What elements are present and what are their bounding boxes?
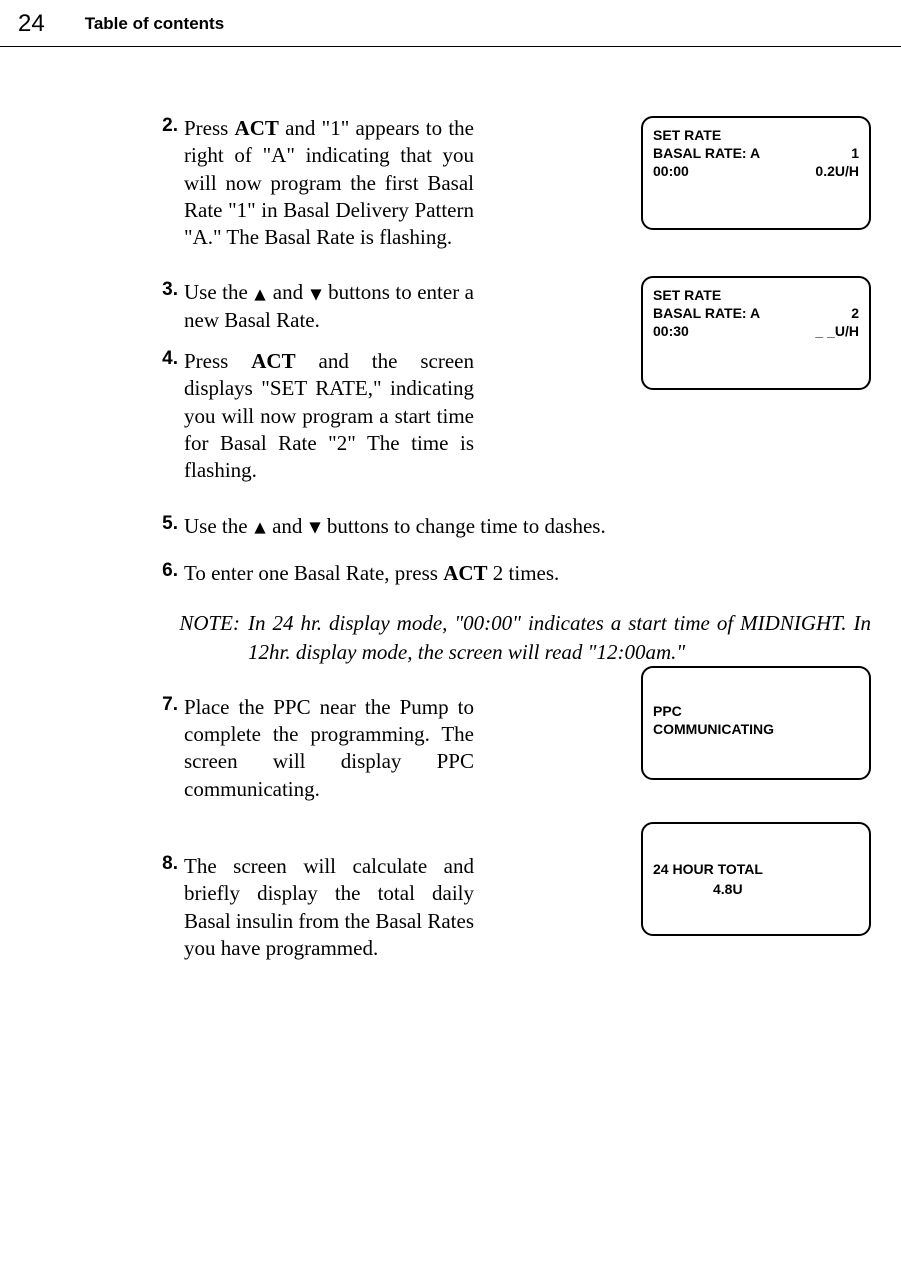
step-text: Use the and buttons to change time to da… [184,513,694,540]
text: 2 times. [488,561,560,585]
text: Use the [184,280,253,304]
note: NOTE: In 24 hr. display mode, "00:00" in… [176,609,871,666]
step-number: 4. [154,348,184,484]
up-arrow-icon [253,279,267,306]
step-7: 7. Place the PPC near the Pump to comple… [154,694,871,803]
note-label: NOTE: [176,609,248,666]
text: Press [184,349,251,373]
text: buttons to change time to dashes. [322,514,606,538]
content: 2. Press ACT and "1" appears to the righ… [0,47,901,587]
step-text: The screen will calculate and briefly di… [184,853,474,962]
step-number: 7. [154,694,184,803]
step-number: 8. [154,853,184,962]
page-header: 24 Table of contents [0,0,901,38]
text: and [267,280,308,304]
act-label: ACT [251,349,295,373]
act-label: ACT [235,116,279,140]
down-arrow-icon [308,513,322,540]
step-3: 3. Use the and buttons to enter a new Ba… [154,279,871,334]
text: To enter one Basal Rate, press [184,561,443,585]
note-text: In 24 hr. display mode, "00:00" indicate… [248,609,871,666]
step-6: 6. To enter one Basal Rate, press ACT 2 … [154,560,871,587]
step-text: Press ACT and the screen displays "SET R… [184,348,474,484]
act-label: ACT [443,561,487,585]
step-8: 8. The screen will calculate and briefly… [154,853,871,962]
text: Press [184,116,235,140]
text: and [267,514,308,538]
header-title: Table of contents [85,14,224,34]
step-2: 2. Press ACT and "1" appears to the righ… [154,115,871,251]
step-number: 2. [154,115,184,251]
page-number: 24 [18,10,45,38]
step-text: Press ACT and "1" appears to the right o… [184,115,474,251]
step-4: 4. Press ACT and the screen displays "SE… [154,348,871,484]
step-number: 6. [154,560,184,587]
step-number: 3. [154,279,184,334]
step-text: Use the and buttons to enter a new Basal… [184,279,474,334]
step-text: To enter one Basal Rate, press ACT 2 tim… [184,560,694,587]
step-number: 5. [154,513,184,540]
down-arrow-icon [309,279,323,306]
step-5: 5. Use the and buttons to change time to… [154,513,871,540]
up-arrow-icon [253,513,267,540]
step-text: Place the PPC near the Pump to complete … [184,694,474,803]
text: Use the [184,514,253,538]
